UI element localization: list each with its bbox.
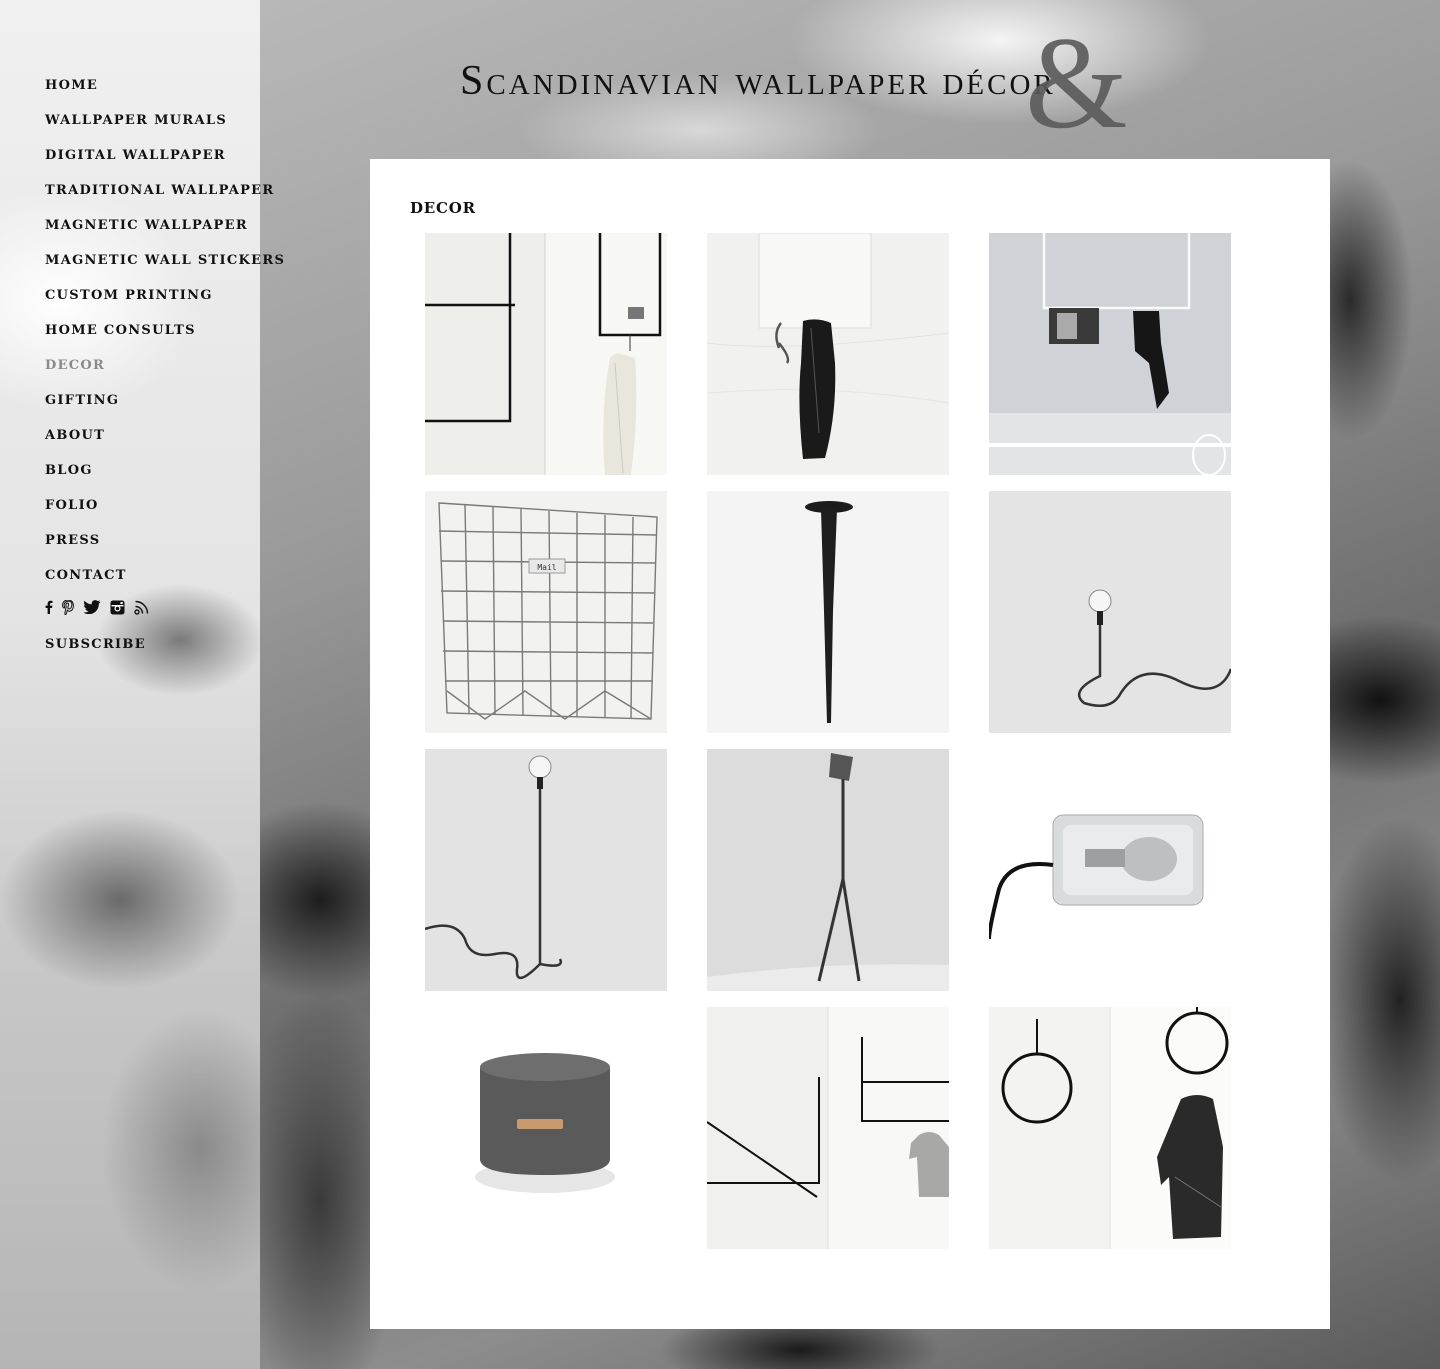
product-image: [425, 749, 667, 991]
sidebar-nav: HOME WALLPAPER MURALS DIGITAL WALLPAPER …: [45, 74, 285, 599]
twitter-icon[interactable]: [83, 600, 101, 614]
product-image: [707, 491, 949, 733]
nav-item-digital-wallpaper[interactable]: DIGITAL WALLPAPER: [45, 144, 285, 179]
nav-item-decor[interactable]: DECOR: [45, 354, 285, 389]
gallery-item-floor-lamp-tripod[interactable]: [707, 749, 949, 991]
nav-link-home[interactable]: HOME: [45, 78, 98, 93]
nav-item-magnetic-wall-stickers[interactable]: MAGNETIC WALL STICKERS: [45, 249, 285, 284]
gallery-item-ceiling-rail-tshirt[interactable]: [707, 1007, 949, 1249]
product-image: [707, 233, 949, 475]
nav-item-press[interactable]: PRESS: [45, 529, 285, 564]
nav-link-blog[interactable]: BLOG: [45, 463, 93, 478]
gallery-item-knitted-pouf[interactable]: [425, 1007, 667, 1249]
gallery-item-cord-lamp-small[interactable]: [989, 491, 1231, 733]
nav-link-traditional-wallpaper[interactable]: TRADITIONAL WALLPAPER: [45, 183, 274, 198]
logo-title-main: Scandinavian wallpaper: [460, 58, 931, 104]
nav-link-folio[interactable]: FOLIO: [45, 498, 99, 513]
nav-item-traditional-wallpaper[interactable]: TRADITIONAL WALLPAPER: [45, 179, 285, 214]
nav-link-home-consults[interactable]: HOME CONSULTS: [45, 323, 196, 338]
gallery-item-cord-lamp-tall[interactable]: [425, 749, 667, 991]
nav-link-press[interactable]: PRESS: [45, 533, 100, 548]
nav-link-gifting[interactable]: GIFTING: [45, 393, 119, 408]
gallery-item-iron-nail[interactable]: [707, 491, 949, 733]
product-image: [989, 491, 1231, 733]
gallery-item-wall-hook-jacket[interactable]: [707, 233, 949, 475]
nav-item-folio[interactable]: FOLIO: [45, 494, 285, 529]
nav-item-blog[interactable]: BLOG: [45, 459, 285, 494]
basket-tag-text: Mail: [537, 563, 556, 572]
logo-ampersand: &: [1025, 9, 1128, 156]
nav-link-magnetic-wallpaper[interactable]: MAGNETIC WALLPAPER: [45, 218, 248, 233]
product-image: [989, 233, 1231, 475]
product-image: [425, 233, 667, 475]
product-image: [425, 1007, 667, 1249]
gallery-item-ceiling-rack-magazine[interactable]: [989, 233, 1231, 475]
nav-link-magnetic-wall-stickers[interactable]: MAGNETIC WALL STICKERS: [45, 253, 285, 268]
page-title: DECOR: [410, 199, 476, 217]
facebook-icon[interactable]: [45, 600, 53, 614]
product-image: [989, 749, 1231, 991]
content-panel: DECOR Mail: [370, 159, 1330, 1329]
product-image: [707, 1007, 949, 1249]
blog-feed-icon[interactable]: [134, 600, 149, 615]
product-image: [707, 749, 949, 991]
nav-link-wallpaper-murals[interactable]: WALLPAPER MURALS: [45, 113, 227, 128]
nav-item-contact[interactable]: CONTACT: [45, 564, 285, 599]
nav-item-magnetic-wallpaper[interactable]: MAGNETIC WALLPAPER: [45, 214, 285, 249]
nav-link-contact[interactable]: CONTACT: [45, 568, 127, 583]
gallery-item-wire-basket[interactable]: Mail: [425, 491, 667, 733]
instagram-icon[interactable]: [110, 600, 125, 615]
gallery-item-ring-hanger-blouse[interactable]: [989, 1007, 1231, 1249]
nav-item-home-consults[interactable]: HOME CONSULTS: [45, 319, 285, 354]
site-logo[interactable]: Scandinavian wallpaper décor &: [460, 17, 1260, 149]
gallery-item-hanging-rack-rail[interactable]: [425, 233, 667, 475]
subscribe-item[interactable]: SUBSCRIBE: [45, 633, 146, 652]
subscribe-link[interactable]: SUBSCRIBE: [45, 637, 146, 652]
logo-wordmark: Scandinavian wallpaper décor: [460, 57, 1056, 105]
nav-item-home[interactable]: HOME: [45, 74, 285, 109]
nav-item-custom-printing[interactable]: CUSTOM PRINTING: [45, 284, 285, 319]
nav-link-custom-printing[interactable]: CUSTOM PRINTING: [45, 288, 213, 303]
nav-link-about[interactable]: ABOUT: [45, 428, 105, 443]
social-links: [45, 598, 149, 616]
product-image: Mail: [425, 491, 667, 733]
nav-item-about[interactable]: ABOUT: [45, 424, 285, 459]
nav-item-wallpaper-murals[interactable]: WALLPAPER MURALS: [45, 109, 285, 144]
nav-link-decor[interactable]: DECOR: [45, 358, 105, 373]
nav-link-digital-wallpaper[interactable]: DIGITAL WALLPAPER: [45, 148, 226, 163]
gallery-item-block-lamp[interactable]: [989, 749, 1231, 991]
product-image: [989, 1007, 1231, 1249]
nav-item-gifting[interactable]: GIFTING: [45, 389, 285, 424]
pinterest-icon[interactable]: [62, 599, 74, 615]
